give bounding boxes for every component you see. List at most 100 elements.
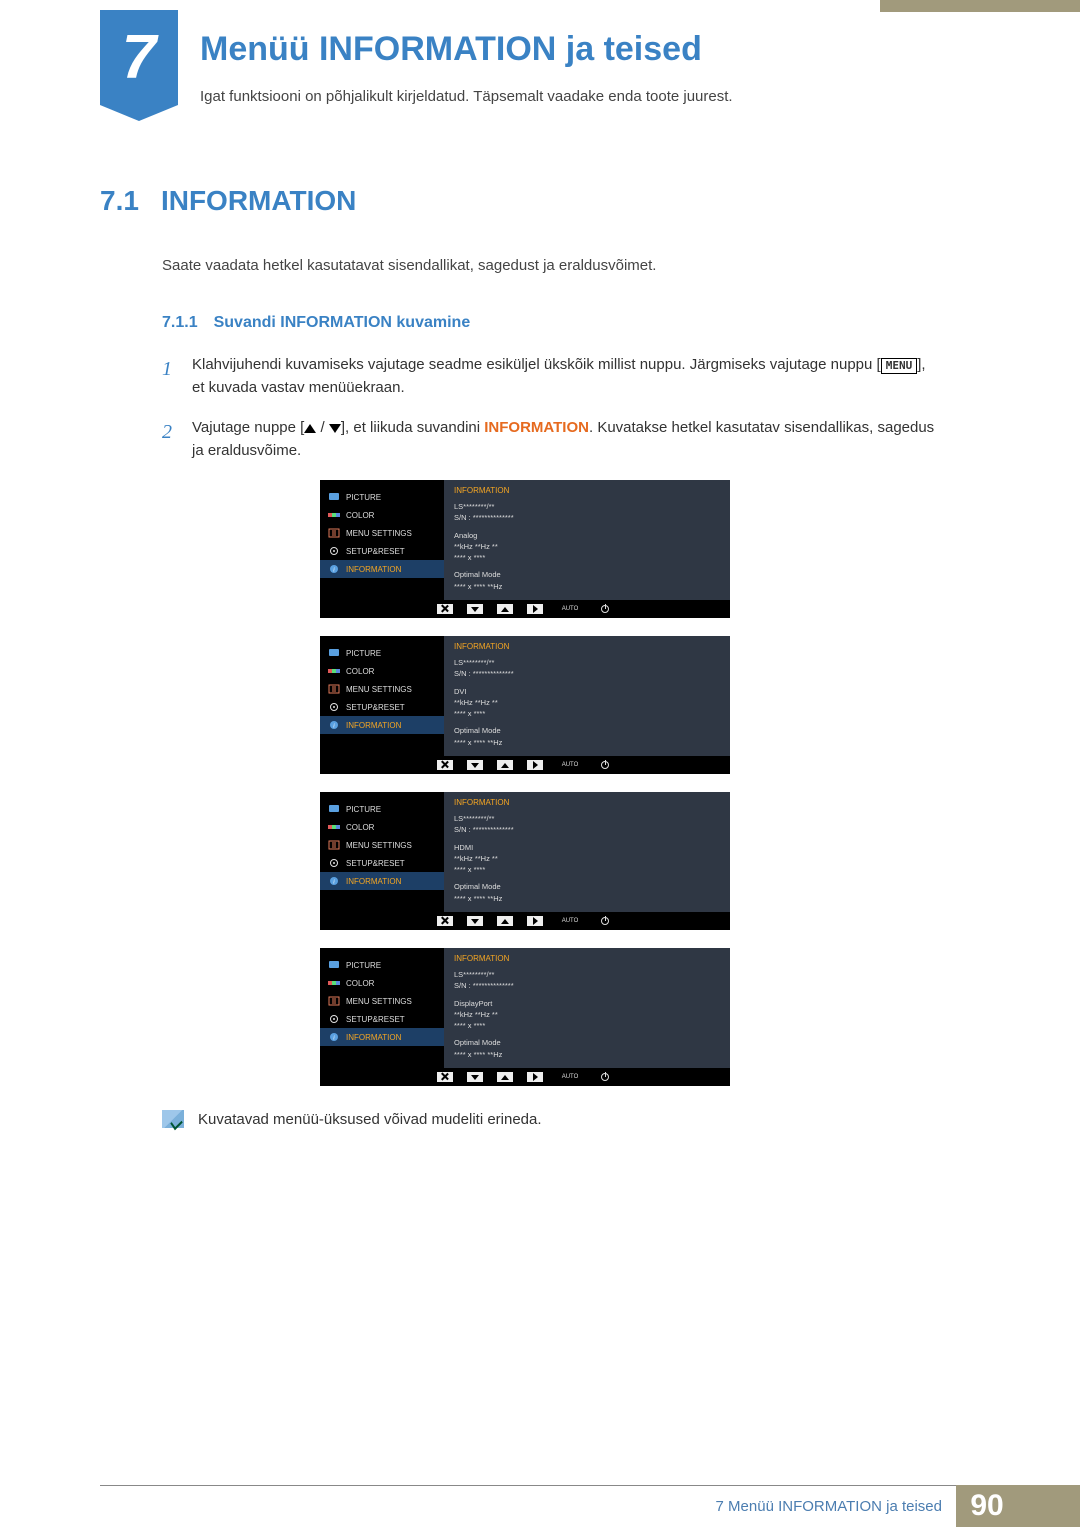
page-footer: 7 Menüü INFORMATION ja teised 90 [0,1485,1080,1527]
osd-auto-button[interactable]: AUTO [557,760,583,770]
osd-input-source: DisplayPort [454,998,720,1009]
osd-close-button[interactable] [437,604,453,614]
osd-input-source: Analog [454,530,720,541]
note-icon [162,1110,184,1128]
osd-sidebar: PICTURECOLORMENU SETTINGSSETUP&RESETiINF… [320,792,444,912]
osd-auto-button[interactable]: AUTO [557,1072,583,1082]
step-text-part: ], et liikuda suvandini [341,419,484,436]
osd-serial: S/N : ************** [454,668,720,679]
osd-power-button[interactable] [597,1072,613,1082]
osd-right-button[interactable] [527,916,543,926]
emphasis-text: INFORMATION [484,419,589,436]
osd-menu-item: i INFORMATION [320,716,444,734]
osd-power-button[interactable] [597,760,613,770]
osd-menu-item: SETUP&RESET [320,1010,444,1028]
osd-menu-label: MENU SETTINGS [346,841,412,850]
osd-info-panel: INFORMATION LS********/** S/N : ********… [444,480,730,600]
osd-menu-item: MENU SETTINGS [320,680,444,698]
osd-menu-icon [328,510,340,520]
osd-menu-item: SETUP&RESET [320,542,444,560]
osd-menu-icon [328,978,340,988]
osd-down-button[interactable] [467,760,483,770]
decorative-top-bar [880,0,1080,12]
osd-power-button[interactable] [597,604,613,614]
osd-right-button[interactable] [527,604,543,614]
note-text: Kuvatavad menüü-üksused võivad mudeliti … [198,1111,542,1128]
osd-close-button[interactable] [437,916,453,926]
osd-menu-icon: i [328,720,340,730]
osd-down-button[interactable] [467,1072,483,1082]
osd-up-button[interactable] [497,604,513,614]
osd-optimal-label: Optimal Mode [454,1037,720,1048]
osd-screenshot: PICTURECOLORMENU SETTINGSSETUP&RESETiINF… [320,636,730,774]
note-row: Kuvatavad menüü-üksused võivad mudeliti … [162,1110,940,1128]
osd-optimal-label: Optimal Mode [454,881,720,892]
osd-menu-icon [328,684,340,694]
osd-resolution: **** x **** [454,708,720,719]
osd-menu-icon [328,804,340,814]
osd-info-panel: INFORMATION LS********/** S/N : ********… [444,636,730,756]
osd-menu-icon: i [328,1032,340,1042]
osd-menu-item: COLOR [320,506,444,524]
osd-screenshot: PICTURECOLORMENU SETTINGSSETUP&RESETiINF… [320,792,730,930]
osd-down-button[interactable] [467,604,483,614]
osd-model: LS********/** [454,657,720,668]
osd-menu-label: PICTURE [346,805,381,814]
osd-panel-title: INFORMATION [454,798,720,807]
osd-right-button[interactable] [527,760,543,770]
osd-menu-icon [328,996,340,1006]
osd-power-button[interactable] [597,916,613,926]
osd-panel-title: INFORMATION [454,642,720,651]
section-title: INFORMATION [161,185,356,217]
step-number: 2 [162,417,178,462]
osd-resolution: **** x **** [454,552,720,563]
osd-auto-button[interactable]: AUTO [557,916,583,926]
osd-close-button[interactable] [437,1072,453,1082]
osd-up-button[interactable] [497,1072,513,1082]
osd-up-button[interactable] [497,760,513,770]
menu-key-icon: MENU [881,358,918,374]
osd-optimal-label: Optimal Mode [454,569,720,580]
osd-menu-item: PICTURE [320,488,444,506]
osd-menu-icon [328,528,340,538]
osd-right-button[interactable] [527,1072,543,1082]
osd-menu-label: PICTURE [346,961,381,970]
chapter-description: Igat funktsiooni on põhjalikult kirjelda… [200,88,733,105]
osd-menu-label: SETUP&RESET [346,703,405,712]
section-lead: Saate vaadata hetkel kasutatavat sisenda… [162,257,940,274]
osd-button-bar: AUTO [320,600,730,618]
step-list: 1 Klahvijuhendi kuvamiseks vajutage sead… [162,354,940,462]
osd-optimal-value: **** x **** **Hz [454,1049,720,1060]
osd-serial: S/N : ************** [454,512,720,523]
step-number: 1 [162,354,178,399]
osd-menu-icon [328,648,340,658]
osd-menu-label: INFORMATION [346,721,401,730]
osd-menu-label: SETUP&RESET [346,1015,405,1024]
chapter-badge: 7 [100,10,178,105]
osd-close-button[interactable] [437,760,453,770]
step-text: Klahvijuhendi kuvamiseks vajutage seadme… [192,354,940,399]
osd-optimal-label: Optimal Mode [454,725,720,736]
footer-edge [1018,1485,1080,1527]
osd-model: LS********/** [454,501,720,512]
osd-down-button[interactable] [467,916,483,926]
osd-button-bar: AUTO [320,1068,730,1086]
osd-up-button[interactable] [497,916,513,926]
osd-auto-button[interactable]: AUTO [557,604,583,614]
osd-optimal-value: **** x **** **Hz [454,893,720,904]
chapter-number: 7 [100,22,178,93]
osd-resolution: **** x **** [454,864,720,875]
subsection-number: 7.1.1 [162,314,198,332]
osd-menu-label: COLOR [346,823,374,832]
osd-model: LS********/** [454,969,720,980]
osd-menu-item: PICTURE [320,644,444,662]
subsection-title: Suvandi INFORMATION kuvamine [214,314,471,332]
osd-menu-icon: i [328,876,340,886]
section-number: 7.1 [100,185,139,217]
footer-rule: 7 Menüü INFORMATION ja teised [100,1485,956,1527]
osd-menu-icon [328,492,340,502]
osd-menu-label: MENU SETTINGS [346,685,412,694]
osd-screenshot: PICTURECOLORMENU SETTINGSSETUP&RESETiINF… [320,948,730,1086]
page: 7 Menüü INFORMATION ja teised Igat funkt… [0,0,1080,1527]
osd-menu-label: MENU SETTINGS [346,529,412,538]
